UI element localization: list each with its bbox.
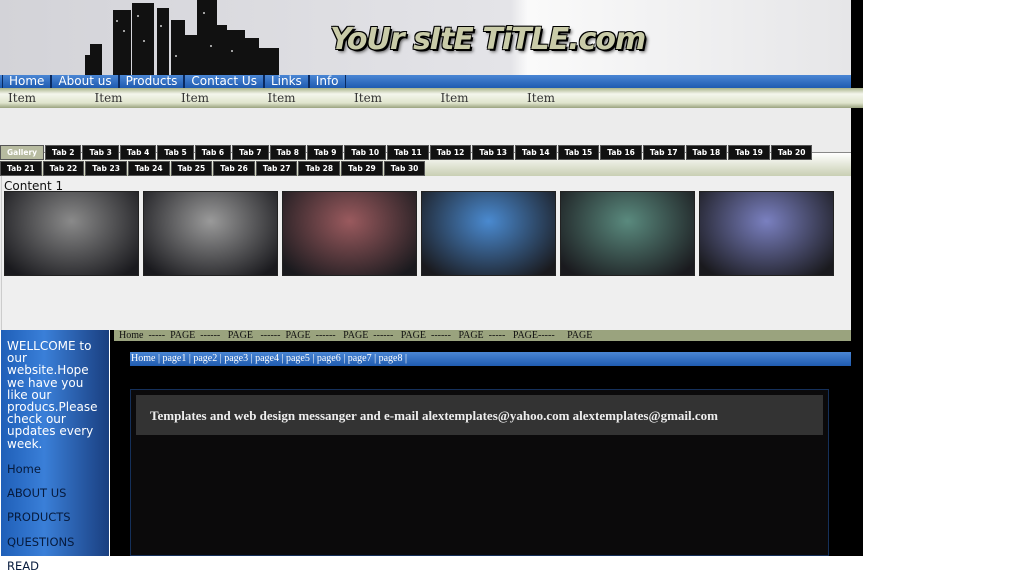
tab-tab-16[interactable]: Tab 16 [600,145,642,160]
tab-tab-23[interactable]: Tab 23 [85,161,127,176]
item-link[interactable]: Item [346,91,433,105]
welcome-text: WELLCOME to our website.Hope we have you… [7,339,98,451]
sidebar-read[interactable]: READ [7,559,103,583]
tab-tab-10[interactable]: Tab 10 [344,145,387,160]
item-link[interactable]: Item [519,91,606,105]
nav-products[interactable]: Products [118,75,185,88]
gallery-thumbnail[interactable] [560,191,695,276]
gallery-thumbnail[interactable] [699,191,834,276]
nav-home[interactable]: Home [2,75,52,88]
tab-tab-2[interactable]: Tab 2 [45,145,82,160]
tab-list: Gallery Tab 2 Tab 3 Tab 4 Tab 5 Tab 6 Tab 7 Tab… [0,145,851,177]
nav-info[interactable]: Info [308,75,346,88]
item-link[interactable]: Item [0,91,87,105]
tab-tab-20[interactable]: Tab 20 [770,145,813,160]
right-border [851,0,863,556]
nav-about-us[interactable]: About us [51,75,119,88]
gallery-thumbnail[interactable] [421,191,556,276]
gallery-thumbnail[interactable] [282,191,417,276]
item-link[interactable]: Item [260,91,347,105]
tab-tab-9[interactable]: Tab 9 [307,145,344,160]
tab-tab-19[interactable]: Tab 19 [728,145,770,160]
tab-tab-24[interactable]: Tab 24 [127,161,170,176]
page-nav-bar[interactable]: Home | page1 | page2 | page3 | page4 | p… [130,352,851,366]
gallery-thumbnail[interactable] [143,191,278,276]
site-title-logo: YoUr sItE TiTLE.com [330,22,646,57]
item-bar: Item Item Item Item Item Item Item [0,88,863,108]
tab-tab-18[interactable]: Tab 18 [685,145,728,160]
tab-tab-6[interactable]: Tab 6 [194,145,232,160]
tab-tab-13[interactable]: Tab 13 [472,145,514,160]
tab-tab-11[interactable]: Tab 11 [387,145,429,160]
tab-tab-3[interactable]: Tab 3 [82,145,119,160]
tab-tab-14[interactable]: Tab 14 [514,145,557,160]
item-link[interactable]: Item [433,91,520,105]
nav-contact-us[interactable]: Contact Us [184,75,264,88]
sidebar-products[interactable]: PRODUCTS [7,510,103,534]
tab-tab-4[interactable]: Tab 4 [119,145,157,160]
tab-tab-17[interactable]: Tab 17 [642,145,685,160]
tab-tab-30[interactable]: Tab 30 [383,161,426,176]
tab-tab-7[interactable]: Tab 7 [232,145,269,160]
tab-tab-29[interactable]: Tab 29 [341,161,383,176]
item-link[interactable]: Item [87,91,174,105]
nav-links[interactable]: Links [263,75,309,88]
tab-tab-12[interactable]: Tab 12 [429,145,472,160]
tab-tab-27[interactable]: Tab 27 [255,161,298,176]
tab-tab-5[interactable]: Tab 5 [157,145,194,160]
tab-tab-26[interactable]: Tab 26 [213,161,255,176]
page-links-bar[interactable]: Home ----- PAGE ------ PAGE ------ PAGE … [114,330,851,341]
sidebar-home[interactable]: Home [7,462,103,486]
gallery-thumbnail[interactable] [4,191,139,276]
tab-tab-28[interactable]: Tab 28 [298,161,341,176]
tab-gallery[interactable]: Gallery [0,145,45,160]
sidebar-questions[interactable]: QUESTIONS [7,535,103,559]
item-link[interactable]: Item [173,91,260,105]
sidebar-about-us[interactable]: ABOUT US [7,486,103,510]
contact-message: Templates and web design messanger and e… [136,395,823,435]
tab-tab-22[interactable]: Tab 22 [42,161,85,176]
tab-tab-25[interactable]: Tab 25 [170,161,213,176]
sidebar: WELLCOME to our website.Hope we have you… [1,330,109,573]
tab-tab-8[interactable]: Tab 8 [269,145,306,160]
tab-tab-21[interactable]: Tab 21 [0,161,42,176]
tab-tab-15[interactable]: Tab 15 [557,145,600,160]
top-nav: Home About us Products Contact Us Links … [0,75,851,88]
